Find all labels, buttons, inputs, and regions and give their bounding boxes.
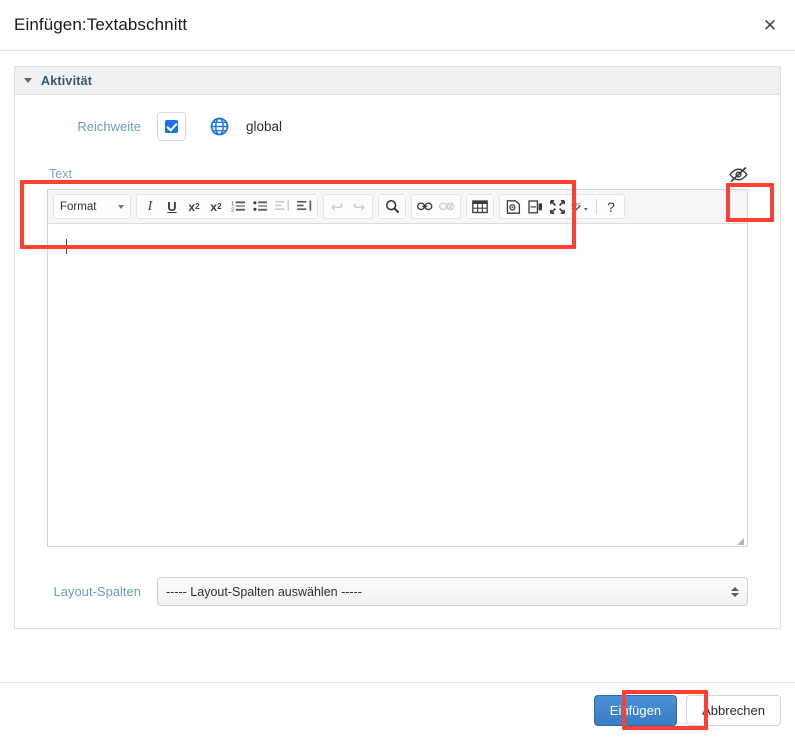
undo-icon: ↩ bbox=[330, 198, 344, 216]
underline-icon[interactable]: U bbox=[161, 196, 183, 217]
italic-icon[interactable]: I bbox=[139, 196, 161, 217]
page-break-icon[interactable] bbox=[524, 196, 546, 217]
svg-text:1: 1 bbox=[231, 202, 234, 208]
submit-button-wrapper: Einfügen bbox=[593, 695, 678, 726]
template-icon[interactable] bbox=[502, 196, 524, 217]
checkmark-icon bbox=[165, 120, 178, 133]
unlink-icon bbox=[436, 196, 458, 217]
help-icon[interactable]: ? bbox=[600, 196, 622, 217]
indent-icon[interactable] bbox=[293, 196, 315, 217]
select-arrows-icon bbox=[731, 586, 739, 597]
subscript-icon[interactable]: x2 bbox=[183, 196, 205, 217]
dialog-body: Aktivität Reichweite global Text Format … bbox=[0, 51, 795, 629]
resize-grip-icon[interactable] bbox=[734, 533, 745, 545]
toolbar-separator bbox=[596, 199, 597, 214]
table-icon[interactable] bbox=[469, 196, 491, 217]
text-section: Text Format I U x 2 x 2 1 2 ↩ ↪ ABC ? bbox=[33, 166, 762, 547]
close-icon[interactable]: ✕ bbox=[757, 12, 783, 38]
rich-text-editor: Format I U x2 x2 1 2 ↩ ↪ ABC ? bbox=[47, 189, 748, 547]
layout-columns-select[interactable]: ----- Layout-Spalten auswählen ----- bbox=[157, 577, 748, 606]
numbered-list-icon[interactable]: 1 2 bbox=[227, 196, 249, 217]
text-field-label: Text bbox=[49, 167, 72, 181]
toolbar-group-history: ↩ ↪ bbox=[323, 194, 373, 219]
superscript-icon[interactable]: x2 bbox=[205, 196, 227, 217]
activity-panel-title: Aktivität bbox=[41, 73, 93, 88]
editor-content-area[interactable] bbox=[48, 224, 747, 546]
toolbar-group-links bbox=[411, 194, 461, 219]
outdent-icon bbox=[271, 196, 293, 217]
redo-icon: ↪ bbox=[352, 198, 366, 216]
activity-panel: Aktivität Reichweite global Text Format … bbox=[14, 66, 781, 629]
layout-columns-row: Layout-Spalten ----- Layout-Spalten ausw… bbox=[33, 577, 762, 606]
scope-label: Reichweite bbox=[77, 119, 141, 134]
format-dropdown-label: Format bbox=[60, 200, 97, 213]
format-dropdown[interactable]: Format bbox=[53, 194, 131, 219]
activity-panel-header[interactable]: Aktivität bbox=[15, 67, 780, 95]
layout-columns-value: ----- Layout-Spalten auswählen ----- bbox=[166, 584, 362, 599]
activity-panel-body: Reichweite global Text Format I U x 2 x … bbox=[15, 95, 780, 628]
submit-button[interactable]: Einfügen bbox=[593, 695, 678, 726]
svg-text:2: 2 bbox=[231, 208, 234, 213]
insert-text-section-dialog: Einfügen:Textabschnitt ✕ Aktivität Reich… bbox=[0, 0, 795, 738]
cancel-button[interactable]: Abbrechen bbox=[686, 695, 781, 726]
layout-columns-label: Layout-Spalten bbox=[53, 584, 141, 599]
spellcheck-icon[interactable]: ABC bbox=[568, 196, 593, 217]
scope-value: global bbox=[246, 119, 283, 134]
search-icon[interactable] bbox=[381, 196, 403, 217]
toolbar-group-search bbox=[378, 194, 406, 219]
maximize-icon[interactable] bbox=[546, 196, 568, 217]
dialog-footer: Einfügen Abbrechen bbox=[0, 682, 795, 738]
chevron-down-icon bbox=[118, 204, 124, 209]
toolbar-group-tools: ABC ? bbox=[499, 194, 625, 219]
text-caret bbox=[66, 239, 67, 255]
chevron-down-icon bbox=[24, 78, 32, 83]
dialog-header: Einfügen:Textabschnitt ✕ bbox=[0, 0, 795, 51]
toolbar-group-formatting: I U x2 x2 1 2 bbox=[136, 194, 318, 219]
bulleted-list-icon[interactable] bbox=[249, 196, 271, 217]
globe-icon bbox=[210, 117, 229, 136]
editor-toolbar: Format I U x2 x2 1 2 ↩ ↪ ABC ? bbox=[48, 190, 747, 224]
scope-row: Reichweite global bbox=[33, 112, 762, 141]
dialog-title: Einfügen:Textabschnitt bbox=[14, 15, 188, 34]
link-icon[interactable] bbox=[414, 196, 436, 217]
scope-checkbox[interactable] bbox=[157, 112, 186, 141]
svg-text:ABC: ABC bbox=[571, 202, 582, 208]
toolbar-group-table bbox=[466, 194, 494, 219]
eye-slash-icon[interactable] bbox=[721, 159, 755, 189]
